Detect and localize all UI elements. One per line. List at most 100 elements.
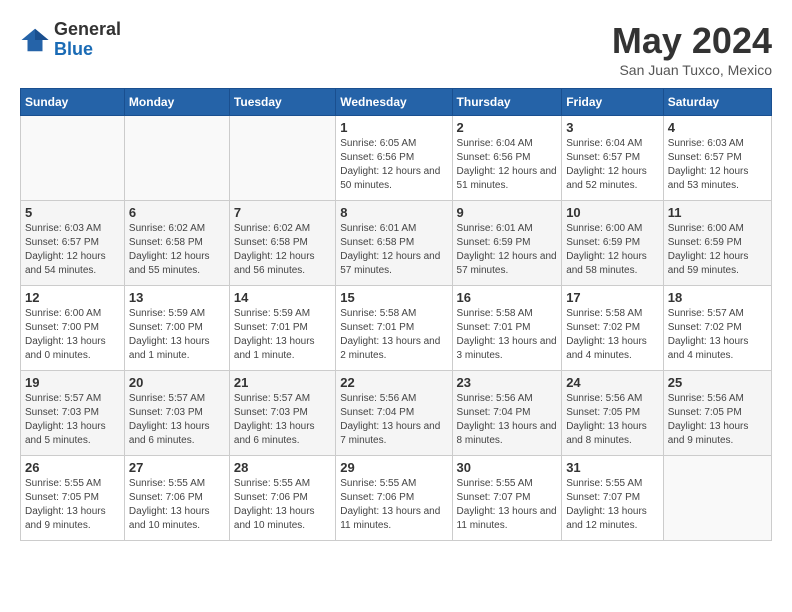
day-info: Sunrise: 5:55 AMSunset: 7:06 PMDaylight:… [129, 477, 225, 533]
calendar-cell: 30 Sunrise: 5:55 AMSunset: 7:07 PMDayligh… [452, 456, 562, 541]
day-number: 25 [668, 375, 767, 390]
calendar-cell [229, 116, 335, 201]
day-info: Sunrise: 6:03 AMSunset: 6:57 PMDaylight:… [668, 137, 767, 193]
day-info: Sunrise: 6:04 AMSunset: 6:56 PMDaylight:… [457, 137, 558, 193]
calendar-table: SundayMondayTuesdayWednesdayThursdayFrid… [20, 88, 772, 541]
calendar-cell: 9Sunrise: 6:01 AMSunset: 6:59 PMDaylight… [452, 201, 562, 286]
day-number: 6 [129, 205, 225, 220]
day-info: Sunrise: 6:01 AMSunset: 6:58 PMDaylight:… [340, 222, 447, 278]
day-info: Sunrise: 5:59 AMSunset: 7:00 PMDaylight:… [129, 307, 225, 363]
calendar-cell: 23Sunrise: 5:56 AMSunset: 7:04 PMDayligh… [452, 371, 562, 456]
day-info: Sunrise: 5:57 AMSunset: 7:03 PMDaylight:… [25, 392, 120, 448]
weekday-header-thursday: Thursday [452, 89, 562, 116]
calendar-cell [21, 116, 125, 201]
calendar-cell: 6Sunrise: 6:02 AMSunset: 6:58 PMDaylight… [124, 201, 229, 286]
weekday-header-monday: Monday [124, 89, 229, 116]
day-info: Sunrise: 6:04 AMSunset: 6:57 PMDaylight:… [566, 137, 659, 193]
weekday-header-wednesday: Wednesday [336, 89, 452, 116]
day-info: Sunrise: 5:57 AMSunset: 7:03 PMDaylight:… [129, 392, 225, 448]
day-number: 21 [234, 375, 331, 390]
logo-icon [20, 25, 50, 55]
day-number: 20 [129, 375, 225, 390]
calendar-cell: 19 Sunrise: 5:57 AMSunset: 7:03 PMDayligh… [21, 371, 125, 456]
day-number: 31 [566, 460, 659, 475]
calendar-week-2: 5 Sunrise: 6:03 AMSunset: 6:57 PMDaylight… [21, 201, 772, 286]
day-number: 18 [668, 290, 767, 305]
logo-text: General Blue [54, 20, 121, 60]
day-number: 17 [566, 290, 659, 305]
day-number: 27 [129, 460, 225, 475]
title-section: May 2024 San Juan Tuxco, Mexico [612, 20, 772, 78]
day-info: Sunrise: 5:55 AMSunset: 7:05 PMDaylight:… [25, 477, 120, 533]
day-info: Sunrise: 5:58 AMSunset: 7:01 PMDaylight:… [340, 307, 447, 363]
day-info: Sunrise: 5:58 AMSunset: 7:01 PMDaylight:… [457, 307, 558, 363]
day-info: Sunrise: 5:55 AMSunset: 7:06 PMDaylight:… [234, 477, 331, 533]
calendar-cell: 18 Sunrise: 5:57 AMSunset: 7:02 PMDayligh… [663, 286, 771, 371]
day-info: Sunrise: 6:05 AMSunset: 6:56 PMDaylight:… [340, 137, 447, 193]
day-info: Sunrise: 5:55 AMSunset: 7:06 PMDaylight:… [340, 477, 447, 533]
calendar-cell [663, 456, 771, 541]
day-number: 16 [457, 290, 558, 305]
weekday-header-saturday: Saturday [663, 89, 771, 116]
day-number: 8 [340, 205, 447, 220]
day-info: Sunrise: 5:57 AMSunset: 7:02 PMDaylight:… [668, 307, 767, 363]
day-info: Sunrise: 6:02 AMSunset: 6:58 PMDaylight:… [234, 222, 331, 278]
calendar-cell: 13 Sunrise: 5:59 AMSunset: 7:00 PMDayligh… [124, 286, 229, 371]
day-number: 24 [566, 375, 659, 390]
page-header: General Blue May 2024 San Juan Tuxco, Me… [20, 20, 772, 78]
day-number: 3 [566, 120, 659, 135]
calendar-cell: 14Sunrise: 5:59 AMSunset: 7:01 PMDayligh… [229, 286, 335, 371]
calendar-cell: 27 Sunrise: 5:55 AMSunset: 7:06 PMDayligh… [124, 456, 229, 541]
calendar-cell: 31Sunrise: 5:55 AMSunset: 7:07 PMDayligh… [562, 456, 664, 541]
day-number: 29 [340, 460, 447, 475]
day-info: Sunrise: 5:56 AMSunset: 7:05 PMDaylight:… [668, 392, 767, 448]
weekday-header-sunday: Sunday [21, 89, 125, 116]
location-text: San Juan Tuxco, Mexico [612, 62, 772, 78]
day-number: 11 [668, 205, 767, 220]
calendar-cell: 2 Sunrise: 6:04 AMSunset: 6:56 PMDaylight… [452, 116, 562, 201]
calendar-cell: 11 Sunrise: 6:00 AMSunset: 6:59 PMDayligh… [663, 201, 771, 286]
month-title: May 2024 [612, 20, 772, 62]
calendar-cell: 17 Sunrise: 5:58 AMSunset: 7:02 PMDayligh… [562, 286, 664, 371]
day-info: Sunrise: 5:56 AMSunset: 7:04 PMDaylight:… [457, 392, 558, 448]
weekday-header-friday: Friday [562, 89, 664, 116]
day-number: 13 [129, 290, 225, 305]
calendar-cell: 4 Sunrise: 6:03 AMSunset: 6:57 PMDaylight… [663, 116, 771, 201]
calendar-cell: 8 Sunrise: 6:01 AMSunset: 6:58 PMDaylight… [336, 201, 452, 286]
day-info: Sunrise: 5:56 AMSunset: 7:04 PMDaylight:… [340, 392, 447, 448]
calendar-cell: 10 Sunrise: 6:00 AMSunset: 6:59 PMDayligh… [562, 201, 664, 286]
calendar-cell: 7 Sunrise: 6:02 AMSunset: 6:58 PMDaylight… [229, 201, 335, 286]
day-number: 7 [234, 205, 331, 220]
calendar-cell [124, 116, 229, 201]
day-number: 10 [566, 205, 659, 220]
calendar-cell: 28 Sunrise: 5:55 AMSunset: 7:06 PMDayligh… [229, 456, 335, 541]
calendar-week-1: 1 Sunrise: 6:05 AMSunset: 6:56 PMDaylight… [21, 116, 772, 201]
day-info: Sunrise: 6:00 AMSunset: 6:59 PMDaylight:… [668, 222, 767, 278]
day-number: 19 [25, 375, 120, 390]
day-number: 2 [457, 120, 558, 135]
calendar-cell: 5 Sunrise: 6:03 AMSunset: 6:57 PMDaylight… [21, 201, 125, 286]
weekday-header-row: SundayMondayTuesdayWednesdayThursdayFrid… [21, 89, 772, 116]
day-number: 26 [25, 460, 120, 475]
day-info: Sunrise: 6:01 AMSunset: 6:59 PMDaylight:… [457, 222, 558, 278]
calendar-cell: 26 Sunrise: 5:55 AMSunset: 7:05 PMDayligh… [21, 456, 125, 541]
day-number: 1 [340, 120, 447, 135]
calendar-cell: 21Sunrise: 5:57 AMSunset: 7:03 PMDayligh… [229, 371, 335, 456]
day-info: Sunrise: 5:59 AMSunset: 7:01 PMDaylight:… [234, 307, 331, 363]
logo-general-text: General [54, 20, 121, 40]
calendar-cell: 25 Sunrise: 5:56 AMSunset: 7:05 PMDayligh… [663, 371, 771, 456]
day-number: 5 [25, 205, 120, 220]
day-info: Sunrise: 5:56 AMSunset: 7:05 PMDaylight:… [566, 392, 659, 448]
day-info: Sunrise: 5:55 AMSunset: 7:07 PMDaylight:… [457, 477, 558, 533]
day-number: 28 [234, 460, 331, 475]
calendar-cell: 24 Sunrise: 5:56 AMSunset: 7:05 PMDayligh… [562, 371, 664, 456]
day-info: Sunrise: 5:58 AMSunset: 7:02 PMDaylight:… [566, 307, 659, 363]
day-number: 30 [457, 460, 558, 475]
day-info: Sunrise: 6:00 AMSunset: 6:59 PMDaylight:… [566, 222, 659, 278]
calendar-cell: 22Sunrise: 5:56 AMSunset: 7:04 PMDayligh… [336, 371, 452, 456]
day-number: 15 [340, 290, 447, 305]
calendar-cell: 29 Sunrise: 5:55 AMSunset: 7:06 PMDayligh… [336, 456, 452, 541]
day-number: 4 [668, 120, 767, 135]
weekday-header-tuesday: Tuesday [229, 89, 335, 116]
day-info: Sunrise: 6:03 AMSunset: 6:57 PMDaylight:… [25, 222, 120, 278]
